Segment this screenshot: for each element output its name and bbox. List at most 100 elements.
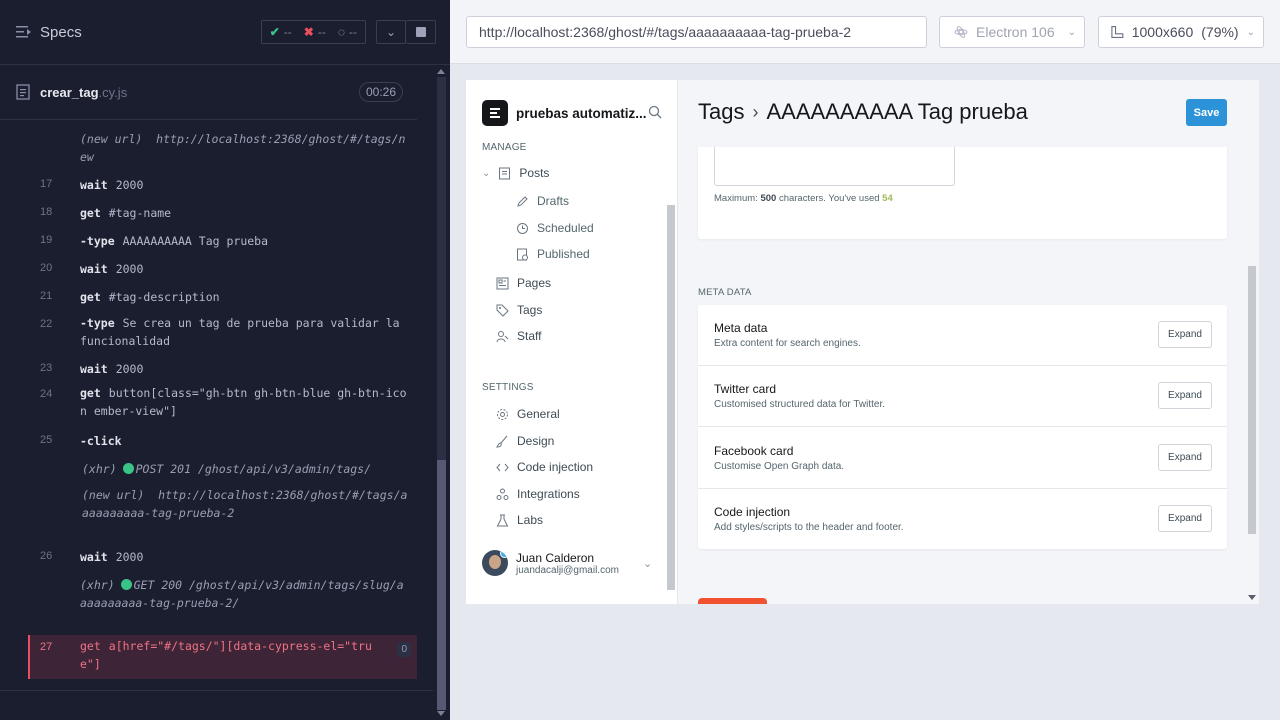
save-button[interactable]: Save (1186, 99, 1227, 126)
active-command-row[interactable]: 27 get a[href="#/tags/"][data-cypress-el=… (28, 635, 417, 679)
site-title: pruebas automatiz... (516, 105, 647, 121)
spinner-icon: ◌ (337, 25, 345, 39)
viewport-selector[interactable]: 1000x660 (79%) ⌄ (1098, 16, 1264, 48)
flask-icon (496, 514, 509, 526)
scroll-thumb[interactable] (667, 205, 675, 590)
expand-button[interactable]: Expand (1158, 444, 1212, 471)
expand-button[interactable]: Expand (1158, 321, 1212, 348)
spec-ext: .cy.js (98, 84, 128, 100)
sidebar-scrollbar[interactable] (665, 135, 677, 595)
page-header: Tags › AAAAAAAAAA Tag prueba Save (678, 80, 1259, 147)
nav-published[interactable]: Published (516, 247, 590, 261)
user-menu[interactable]: Juan Calderon juandacalji@gmail.com ⌄ (482, 550, 652, 576)
command-row[interactable]: 25 -click (0, 428, 417, 454)
specs-list-icon[interactable] (16, 25, 32, 39)
browser-name: Electron 106 (976, 24, 1055, 40)
scroll-down-icon[interactable] (437, 711, 445, 716)
site-brand[interactable]: pruebas automatiz... (482, 100, 647, 126)
nav-integrations[interactable]: Integrations (496, 487, 580, 501)
breadcrumb: Tags › AAAAAAAAAA Tag prueba (698, 99, 1028, 125)
chevron-down-icon: ⌄ (1067, 26, 1076, 38)
scroll-up-icon[interactable] (437, 69, 445, 74)
meta-data-row: Meta data Extra content for search engin… (698, 305, 1227, 366)
command-row[interactable]: 22 -type Se crea un tag de prueba para va… (0, 312, 417, 356)
nav-posts[interactable]: ⌄ Posts (482, 166, 549, 180)
published-icon (517, 248, 528, 260)
command-row[interactable]: 18 get #tag-name (0, 200, 417, 226)
app-under-test-frame: pruebas automatiz... MANAGE ⌄ Posts Draf… (466, 80, 1259, 604)
meta-section-label: META DATA (698, 287, 752, 298)
element-count-badge: 0 (397, 642, 411, 657)
description-card: Maximum: 500 characters. You've used 54 (698, 140, 1227, 239)
runner-controls: ⌄ (376, 20, 436, 44)
online-indicator (500, 550, 508, 558)
clock-icon (517, 222, 528, 234)
nav-general[interactable]: General (496, 407, 560, 421)
row-title: Twitter card (714, 382, 777, 396)
expand-button[interactable]: Expand (1158, 382, 1212, 409)
stop-icon (415, 27, 426, 37)
command-row[interactable]: 17 wait 2000 (0, 172, 417, 198)
command-row[interactable]: 19 -type AAAAAAAAAA Tag prueba (0, 228, 417, 254)
command-log-scrollbar[interactable] (433, 65, 450, 720)
ruler-icon (1111, 25, 1124, 39)
chevron-down-icon[interactable]: ⌄ (482, 168, 490, 179)
scroll-thumb[interactable] (1248, 266, 1256, 534)
electron-icon (954, 26, 968, 38)
nav-labs[interactable]: Labs (496, 513, 543, 527)
command-row[interactable]: 26 wait 2000 (0, 544, 417, 570)
command-row[interactable]: 23 wait 2000 (0, 356, 417, 382)
twitter-card-row: Twitter card Customised structured data … (698, 366, 1227, 427)
command-log: (new url) http://localhost:2368/ghost/#/… (0, 120, 417, 690)
manage-section-label: MANAGE (482, 142, 527, 153)
nav-scheduled[interactable]: Scheduled (516, 221, 594, 235)
passed-stat: ✔ -- (269, 25, 292, 39)
nav-code-injection[interactable]: Code injection (496, 460, 593, 474)
url-bar[interactable]: http://localhost:2368/ghost/#/tags/aaaaa… (466, 16, 927, 48)
char-count-hint: Maximum: 500 characters. You've used 54 (714, 193, 893, 204)
chevron-right-icon: › (752, 101, 759, 122)
search-icon[interactable] (648, 105, 662, 119)
spec-duration: 00:26 (358, 82, 403, 102)
delete-tag-button[interactable] (698, 598, 767, 604)
row-title: Meta data (714, 321, 768, 335)
posts-icon (499, 167, 511, 179)
row-description: Add styles/scripts to the header and foo… (714, 522, 904, 533)
browser-selector[interactable]: Electron 106 ⌄ (939, 16, 1085, 48)
expand-button[interactable]: Expand (1158, 505, 1212, 532)
settings-section-label: SETTINGS (482, 382, 534, 393)
nav-pages[interactable]: Pages (496, 276, 551, 290)
status-dot-icon (120, 579, 132, 590)
scroll-down-icon[interactable] (1248, 595, 1256, 600)
nav-drafts[interactable]: Drafts (516, 194, 569, 208)
integrations-icon (496, 488, 509, 500)
command-row[interactable]: 24 get button[class="gh-btn gh-btn-blue g… (0, 382, 417, 426)
stop-button[interactable] (406, 20, 436, 44)
nav-tags[interactable]: Tags (496, 303, 542, 317)
breadcrumb-tags-link[interactable]: Tags (698, 99, 744, 125)
chevron-down-icon[interactable]: ⌄ (643, 557, 652, 570)
nav-staff[interactable]: Staff (496, 329, 541, 343)
command-row[interactable]: 20 wait 2000 (0, 256, 417, 282)
xhr-row[interactable]: (xhr) GET 200 /ghost/api/v3/admin/tags/sl… (0, 574, 417, 630)
viewport-zoom: (79%) (1201, 24, 1239, 40)
chevron-down-icon[interactable]: ⌄ (376, 20, 406, 44)
staff-icon (496, 330, 509, 342)
scroll-thumb[interactable] (437, 460, 446, 710)
pending-stat: ◌ -- (337, 25, 357, 39)
cross-icon: ✖ (303, 25, 314, 39)
command-row[interactable]: (new url) http://localhost:2368/ghost/#/… (0, 484, 417, 540)
code-icon (496, 463, 509, 471)
row-description: Customise Open Graph data. (714, 461, 845, 472)
xhr-row[interactable]: (xhr) POST 201 /ghost/api/v3/admin/tags/ (0, 456, 417, 482)
test-stats: ✔ -- ✖ -- ◌ -- (260, 20, 366, 44)
ghost-main-content: Maximum: 500 characters. You've used 54 … (678, 80, 1259, 604)
nav-design[interactable]: Design (496, 434, 554, 448)
browser-toolbar: http://localhost:2368/ghost/#/tags/aaaaa… (450, 0, 1280, 64)
command-row[interactable]: (new url) http://localhost:2368/ghost/#/… (0, 128, 417, 172)
main-scrollbar[interactable] (1245, 80, 1259, 604)
failed-stat: ✖ -- (303, 25, 326, 39)
specs-label[interactable]: Specs (40, 24, 82, 41)
command-row[interactable]: 21 get #tag-description (0, 284, 417, 310)
meta-settings-card: Meta data Extra content for search engin… (698, 305, 1227, 549)
